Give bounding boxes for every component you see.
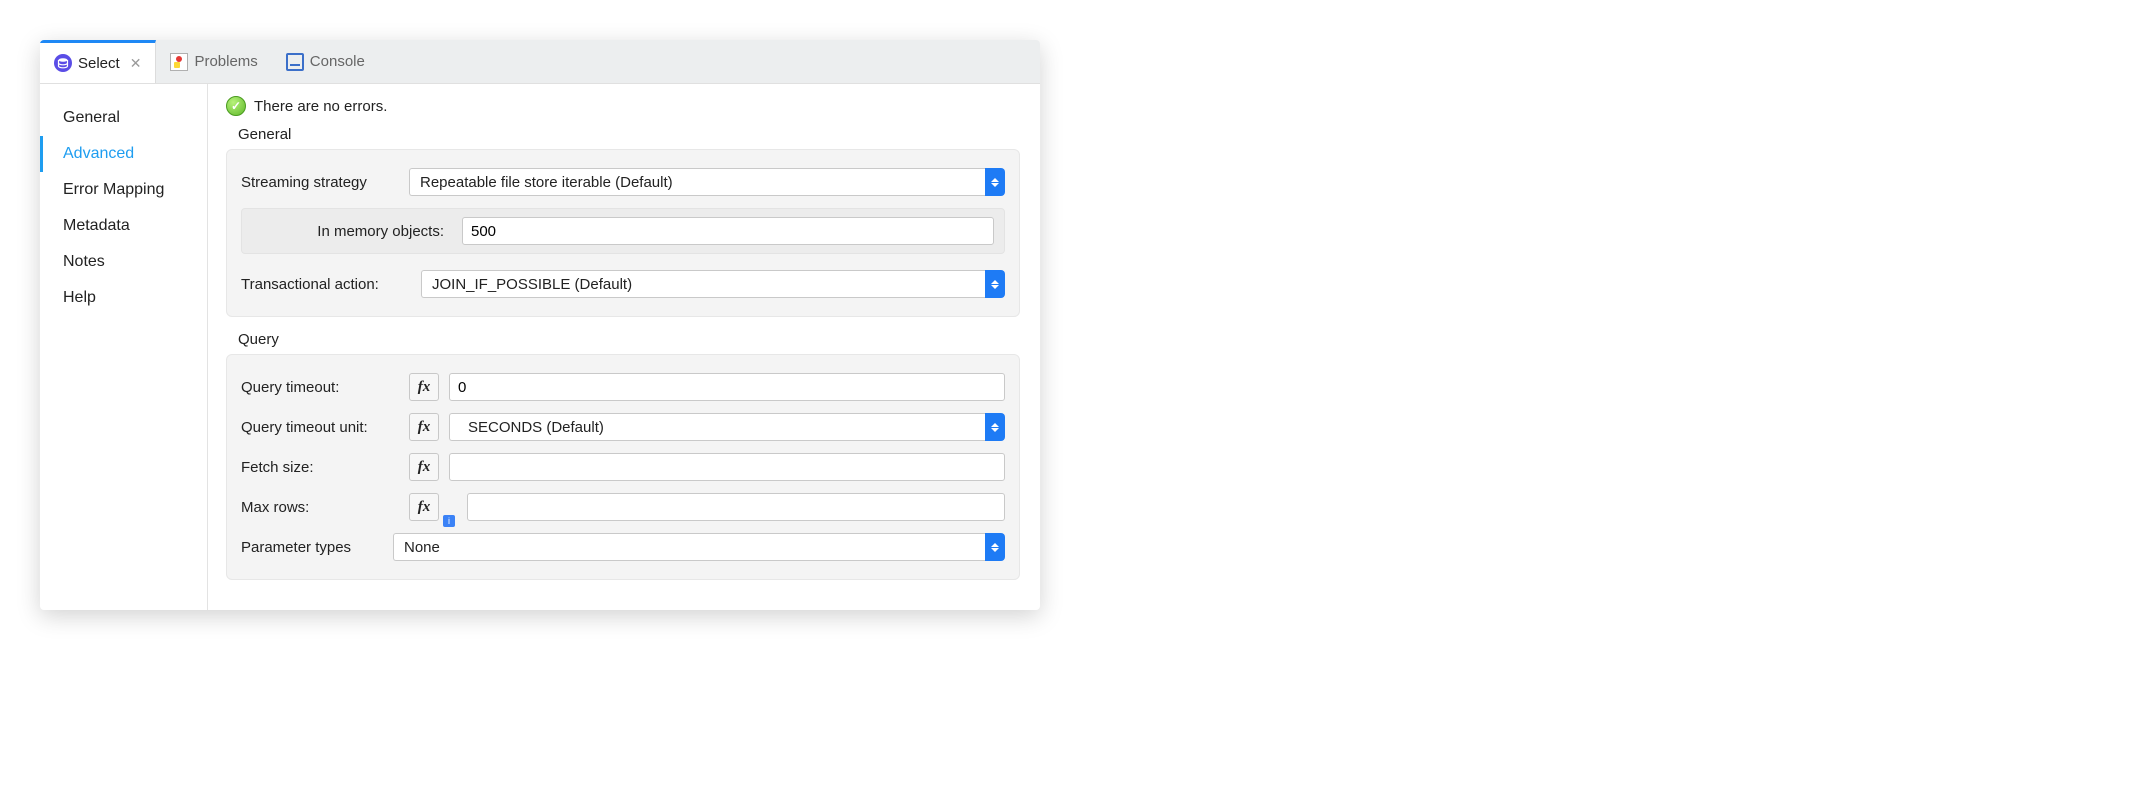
main-panel: ✓ There are no errors. General Streaming… — [208, 84, 1040, 610]
status-row: ✓ There are no errors. — [226, 96, 1020, 116]
sidebar-item-error-mapping[interactable]: Error Mapping — [40, 172, 207, 208]
in-memory-objects-label: In memory objects: — [252, 223, 452, 240]
row-parameter-types: Parameter types None — [241, 527, 1005, 567]
body: General Advanced Error Mapping Metadata … — [40, 84, 1040, 610]
row-query-timeout-unit: Query timeout unit: fx SECONDS (Default) — [241, 407, 1005, 447]
chevron-updown-icon[interactable] — [985, 533, 1005, 561]
query-timeout-unit-value: SECONDS (Default) — [449, 413, 985, 441]
row-query-timeout: Query timeout: fx — [241, 367, 1005, 407]
fx-button[interactable]: fx — [409, 413, 439, 441]
in-memory-objects-input[interactable] — [462, 217, 994, 245]
row-transactional-action: Transactional action: JOIN_IF_POSSIBLE (… — [241, 264, 1005, 304]
fetch-size-input[interactable] — [449, 453, 1005, 481]
tab-console-label: Console — [310, 53, 365, 70]
sidebar: General Advanced Error Mapping Metadata … — [40, 84, 208, 610]
tab-select[interactable]: Select ✕ — [40, 40, 156, 83]
streaming-strategy-value: Repeatable file store iterable (Default) — [409, 168, 985, 196]
info-icon: i — [443, 515, 455, 527]
problems-icon — [170, 53, 188, 71]
section-general: Streaming strategy Repeatable file store… — [226, 149, 1020, 317]
transactional-action-value: JOIN_IF_POSSIBLE (Default) — [421, 270, 985, 298]
tab-select-label: Select — [78, 55, 120, 72]
check-icon: ✓ — [226, 96, 246, 116]
fx-button[interactable]: fx — [409, 493, 439, 521]
section-query: Query timeout: fx Query timeout unit: fx… — [226, 354, 1020, 580]
row-max-rows: Max rows: fx i — [241, 487, 1005, 527]
chevron-updown-icon[interactable] — [985, 168, 1005, 196]
close-icon[interactable]: ✕ — [130, 55, 142, 72]
tab-problems-label: Problems — [194, 53, 257, 70]
row-streaming-strategy: Streaming strategy Repeatable file store… — [241, 162, 1005, 202]
max-rows-input[interactable] — [467, 493, 1005, 521]
parameter-types-label: Parameter types — [241, 539, 383, 556]
tab-problems[interactable]: Problems — [156, 40, 271, 83]
row-in-memory-objects: In memory objects: — [241, 208, 1005, 254]
sidebar-item-advanced[interactable]: Advanced — [40, 136, 207, 172]
query-timeout-unit-select[interactable]: SECONDS (Default) — [449, 413, 1005, 441]
fx-button[interactable]: fx — [409, 373, 439, 401]
fx-button[interactable]: fx — [409, 453, 439, 481]
row-fetch-size: Fetch size: fx — [241, 447, 1005, 487]
transactional-action-select[interactable]: JOIN_IF_POSSIBLE (Default) — [421, 270, 1005, 298]
fetch-size-label: Fetch size: — [241, 459, 399, 476]
streaming-strategy-select[interactable]: Repeatable file store iterable (Default) — [409, 168, 1005, 196]
transactional-action-label: Transactional action: — [241, 276, 411, 293]
database-icon — [54, 54, 72, 72]
query-timeout-unit-label: Query timeout unit: — [241, 419, 399, 436]
console-icon — [286, 53, 304, 71]
max-rows-label: Max rows: — [241, 499, 399, 516]
config-window: Select ✕ Problems Console General Advanc… — [40, 40, 1040, 610]
parameter-types-select[interactable]: None — [393, 533, 1005, 561]
chevron-updown-icon[interactable] — [985, 413, 1005, 441]
query-timeout-label: Query timeout: — [241, 379, 399, 396]
tab-console[interactable]: Console — [272, 40, 379, 83]
status-message: There are no errors. — [254, 98, 387, 115]
sidebar-item-help[interactable]: Help — [40, 280, 207, 316]
section-title-query: Query — [226, 327, 1020, 354]
parameter-types-value: None — [393, 533, 985, 561]
streaming-strategy-label: Streaming strategy — [241, 174, 399, 191]
sidebar-item-general[interactable]: General — [40, 100, 207, 136]
sidebar-item-notes[interactable]: Notes — [40, 244, 207, 280]
section-title-general: General — [226, 122, 1020, 149]
query-timeout-input[interactable] — [449, 373, 1005, 401]
tab-bar: Select ✕ Problems Console — [40, 40, 1040, 84]
chevron-updown-icon[interactable] — [985, 270, 1005, 298]
sidebar-item-metadata[interactable]: Metadata — [40, 208, 207, 244]
